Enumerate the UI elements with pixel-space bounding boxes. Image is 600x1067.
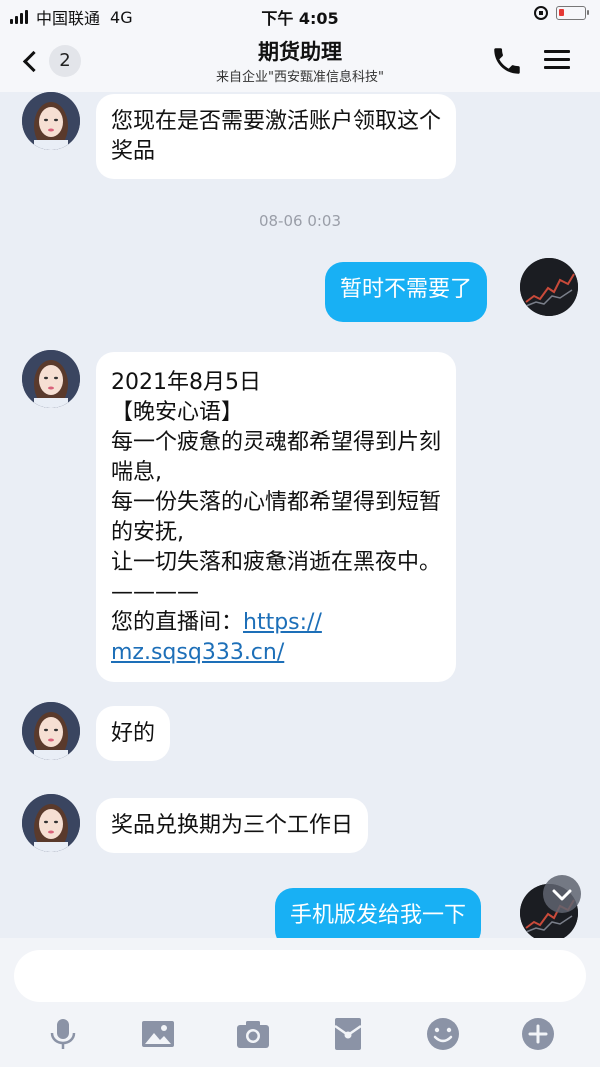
message-list[interactable]: 您现在是否需要激活账户领取这个 奖品 08-06 0:03 暂时不需要了 202… bbox=[0, 92, 600, 938]
chevron-down-icon bbox=[552, 889, 572, 901]
image-icon bbox=[142, 1021, 174, 1047]
message-input[interactable] bbox=[14, 950, 586, 1002]
message-text: 的安抚, bbox=[111, 520, 184, 545]
status-bar: 中国联通 4G 下午 4:05 bbox=[0, 0, 600, 30]
voice-button[interactable] bbox=[45, 1016, 81, 1052]
plus-icon bbox=[522, 1018, 554, 1050]
call-button[interactable] bbox=[490, 44, 524, 78]
message-text: 您的直播间： bbox=[111, 610, 244, 635]
red-packet-button[interactable] bbox=[330, 1016, 366, 1052]
photo-button[interactable] bbox=[140, 1016, 176, 1052]
message-bubble-outgoing[interactable]: 手机版发给我一下 bbox=[275, 888, 482, 938]
user-avatar[interactable] bbox=[520, 258, 578, 316]
message-text: mz.sqsq333.cn/ bbox=[111, 638, 441, 668]
emoji-icon bbox=[427, 1018, 459, 1050]
message-text: 您现在是否需要激活账户领取这个 bbox=[111, 109, 442, 134]
red-packet-icon bbox=[334, 1018, 362, 1050]
message-bubble-outgoing[interactable]: 暂时不需要了 bbox=[325, 262, 488, 322]
rotation-lock-icon bbox=[534, 6, 548, 20]
more-button[interactable] bbox=[520, 1016, 556, 1052]
message-text: 让一切失落和疲惫消逝在黑夜中。 bbox=[111, 550, 442, 575]
message-bubble-incoming[interactable]: 您现在是否需要激活账户领取这个 奖品 bbox=[96, 94, 457, 179]
message-text: 暂时不需要了 bbox=[340, 277, 473, 302]
contact-avatar[interactable] bbox=[22, 794, 80, 852]
scroll-to-bottom-button[interactable] bbox=[543, 875, 581, 913]
microphone-icon bbox=[50, 1019, 76, 1049]
message-text: ———— bbox=[111, 580, 199, 605]
camera-button[interactable] bbox=[235, 1016, 271, 1052]
message-text: 手机版发给我一下 bbox=[290, 903, 467, 928]
emoji-button[interactable] bbox=[425, 1016, 461, 1052]
message-text: 每一份失落的心情都希望得到短暂 bbox=[111, 490, 442, 515]
livestream-link[interactable]: https:// bbox=[243, 610, 322, 635]
phone-icon bbox=[494, 48, 520, 74]
contact-avatar[interactable] bbox=[22, 92, 80, 150]
livestream-link[interactable]: mz.sqsq333.cn/ bbox=[111, 640, 284, 665]
message-bubble-incoming[interactable]: 2021年8月5日 【晚安心语】 每一个疲惫的灵魂都希望得到片刻 喘息, 每一份… bbox=[96, 352, 457, 682]
message-text: 2021年8月5日 bbox=[111, 370, 261, 395]
message-text: 每一个疲惫的灵魂都希望得到片刻 bbox=[111, 430, 442, 455]
message-text: 奖品兑换期为三个工作日 bbox=[111, 813, 354, 838]
message-text: 好的 bbox=[111, 721, 156, 746]
contact-avatar[interactable] bbox=[22, 350, 80, 408]
input-panel bbox=[0, 938, 600, 1067]
clock: 下午 4:05 bbox=[261, 9, 339, 28]
message-text: 奖品 bbox=[111, 139, 156, 164]
contact-avatar[interactable] bbox=[22, 702, 80, 760]
hamburger-icon bbox=[540, 50, 574, 69]
nav-bar: 2 期货助理 来自企业"西安甄准信息科技" bbox=[0, 30, 600, 92]
message-text: 喘息, bbox=[111, 460, 162, 485]
timestamp-divider: 08-06 0:03 bbox=[258, 212, 342, 230]
battery-icon bbox=[556, 6, 589, 20]
message-text: 【晚安心语】 bbox=[111, 400, 244, 425]
message-bubble-incoming[interactable]: 奖品兑换期为三个工作日 bbox=[96, 798, 369, 853]
message-text: 您的直播间：https:// bbox=[111, 608, 441, 638]
menu-button[interactable] bbox=[540, 46, 574, 76]
message-bubble-incoming[interactable]: 好的 bbox=[96, 706, 171, 761]
camera-icon bbox=[237, 1021, 269, 1048]
